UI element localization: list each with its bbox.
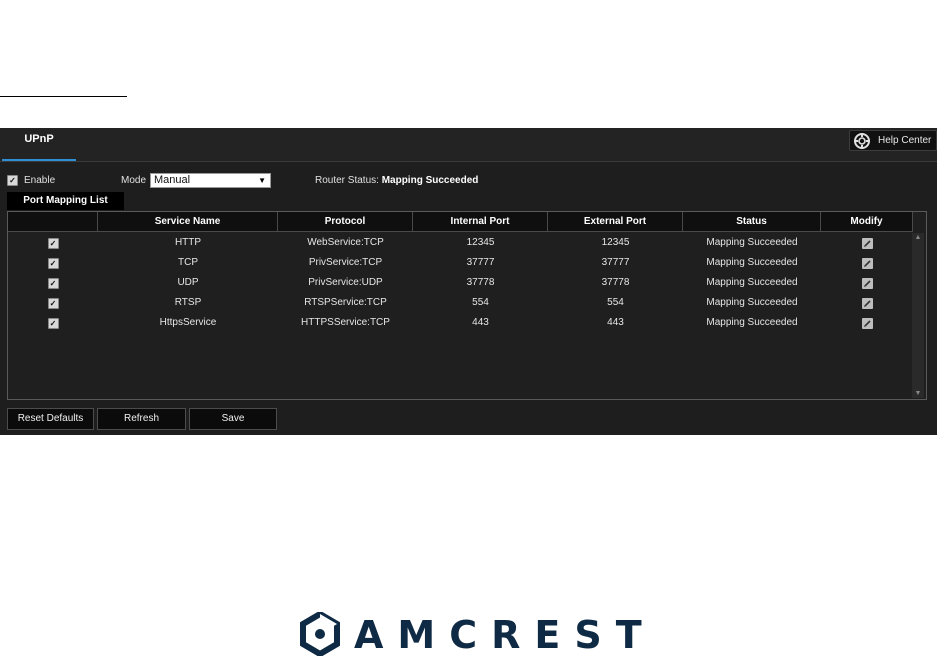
enable-label: Enable (24, 174, 56, 186)
edit-pencil-icon[interactable] (861, 277, 873, 289)
row-checkbox[interactable]: ✓ (47, 257, 59, 269)
status-cell: Mapping Succeeded (706, 297, 798, 308)
external-port-cell: 443 (607, 317, 624, 328)
service-name-cell: TCP (178, 257, 198, 268)
internal-port-cell: 12345 (466, 237, 495, 248)
header-cell-modify: Modify (821, 212, 913, 232)
header-divider-line (0, 96, 127, 97)
header-cell-status: Status (683, 212, 821, 232)
table-row: ✓ UDP PrivService:UDP 37778 37778 Mappin… (8, 273, 913, 293)
table-header: Service Name Protocol Internal Port Exte… (8, 212, 913, 232)
router-status-label: Router Status: (315, 175, 379, 186)
status-cell: Mapping Succeeded (706, 277, 798, 288)
row-checkbox-cell: ✓ (8, 253, 98, 273)
row-checkbox-cell: ✓ (8, 273, 98, 293)
protocol-cell: PrivService:UDP (308, 277, 383, 288)
service-name-cell: RTSP (174, 297, 202, 308)
router-status: Router Status: Mapping Succeeded (315, 175, 478, 186)
status-cell: Mapping Succeeded (706, 317, 798, 328)
table-row: ✓ HTTP WebService:TCP 12345 12345 Mappin… (8, 233, 913, 253)
row-checkbox[interactable]: ✓ (47, 277, 59, 289)
row-checkbox-cell: ✓ (8, 293, 98, 313)
external-port-cell: 37777 (601, 257, 630, 268)
row-checkbox-cell: ✓ (8, 313, 98, 333)
row-checkbox-cell: ✓ (8, 233, 98, 253)
triangle-down-icon: ▼ (258, 176, 266, 185)
help-center-label: Help Center (878, 135, 932, 146)
status-cell: Mapping Succeeded (706, 237, 798, 248)
tab-port-mapping-list[interactable]: Port Mapping List (7, 192, 124, 210)
table-body: ✓ HTTP WebService:TCP 12345 12345 Mappin… (8, 233, 913, 333)
header-cell-service-name: Service Name (98, 212, 278, 232)
table-row: ✓ TCP PrivService:TCP 37777 37777 Mappin… (8, 253, 913, 273)
modify-cell (821, 313, 913, 333)
status-cell: Mapping Succeeded (706, 257, 798, 268)
internal-port-cell: 37777 (466, 257, 495, 268)
row-checkbox[interactable]: ✓ (47, 317, 59, 329)
internal-port-cell: 554 (472, 297, 489, 308)
header-cell-protocol: Protocol (278, 212, 413, 232)
tab-bar: UPnP Help Center (0, 128, 937, 162)
mode-select[interactable]: Manual ▼ (150, 173, 271, 188)
mode-label: Mode (121, 175, 147, 186)
edit-pencil-icon[interactable] (861, 317, 873, 329)
service-name-cell: HttpsService (159, 317, 217, 328)
header-cell-check (8, 212, 98, 232)
internal-port-cell: 37778 (466, 277, 495, 288)
logo-wordmark: AMCREST (354, 613, 656, 657)
edit-pencil-icon[interactable] (861, 297, 873, 309)
help-center-icon (854, 132, 870, 149)
modify-cell (821, 233, 913, 253)
scroll-down-icon[interactable]: ▼ (912, 390, 924, 397)
protocol-cell: WebService:TCP (307, 237, 384, 248)
refresh-button[interactable]: Refresh (97, 408, 186, 430)
amcrest-logo: AMCREST (300, 610, 642, 659)
protocol-cell: HTTPSService:TCP (301, 317, 390, 328)
modify-cell (821, 293, 913, 313)
external-port-cell: 12345 (601, 237, 630, 248)
modify-cell (821, 273, 913, 293)
external-port-cell: 37778 (601, 277, 630, 288)
enable-toggle[interactable]: ✓ Enable (7, 173, 55, 187)
modify-cell (821, 253, 913, 273)
amcrest-shield-icon (300, 610, 340, 659)
service-name-cell: UDP (177, 277, 199, 288)
header-cell-internal-port: Internal Port (413, 212, 548, 232)
internal-port-cell: 443 (472, 317, 489, 328)
protocol-cell: RTSPService:TCP (304, 297, 387, 308)
mode-select-value: Manual (154, 174, 191, 186)
enable-checkbox[interactable]: ✓ (7, 174, 18, 186)
table-row: ✓ RTSP RTSPService:TCP 554 554 Mapping S… (8, 293, 913, 313)
table-row: ✓ HttpsService HTTPSService:TCP 443 443 … (8, 313, 913, 333)
port-mapping-table: Service Name Protocol Internal Port Exte… (7, 211, 927, 400)
edit-pencil-icon[interactable] (861, 257, 873, 269)
row-checkbox[interactable]: ✓ (47, 237, 59, 249)
save-button[interactable]: Save (189, 408, 277, 430)
router-status-value: Mapping Succeeded (381, 175, 479, 186)
table-scrollbar[interactable]: ▲ ▼ (912, 233, 924, 398)
header-cell-external-port: External Port (548, 212, 683, 232)
row-checkbox[interactable]: ✓ (47, 297, 59, 309)
service-name-cell: HTTP (174, 237, 202, 248)
tab-upnp[interactable]: UPnP (2, 128, 76, 161)
protocol-cell: PrivService:TCP (308, 257, 383, 268)
scroll-up-icon[interactable]: ▲ (912, 234, 924, 241)
reset-defaults-button[interactable]: Reset Defaults (7, 408, 94, 430)
external-port-cell: 554 (607, 297, 624, 308)
upnp-panel: UPnP Help Center ✓ Enable Mode Manual ▼ … (0, 128, 937, 435)
help-center-button[interactable]: Help Center (849, 130, 937, 151)
edit-pencil-icon[interactable] (861, 237, 873, 249)
